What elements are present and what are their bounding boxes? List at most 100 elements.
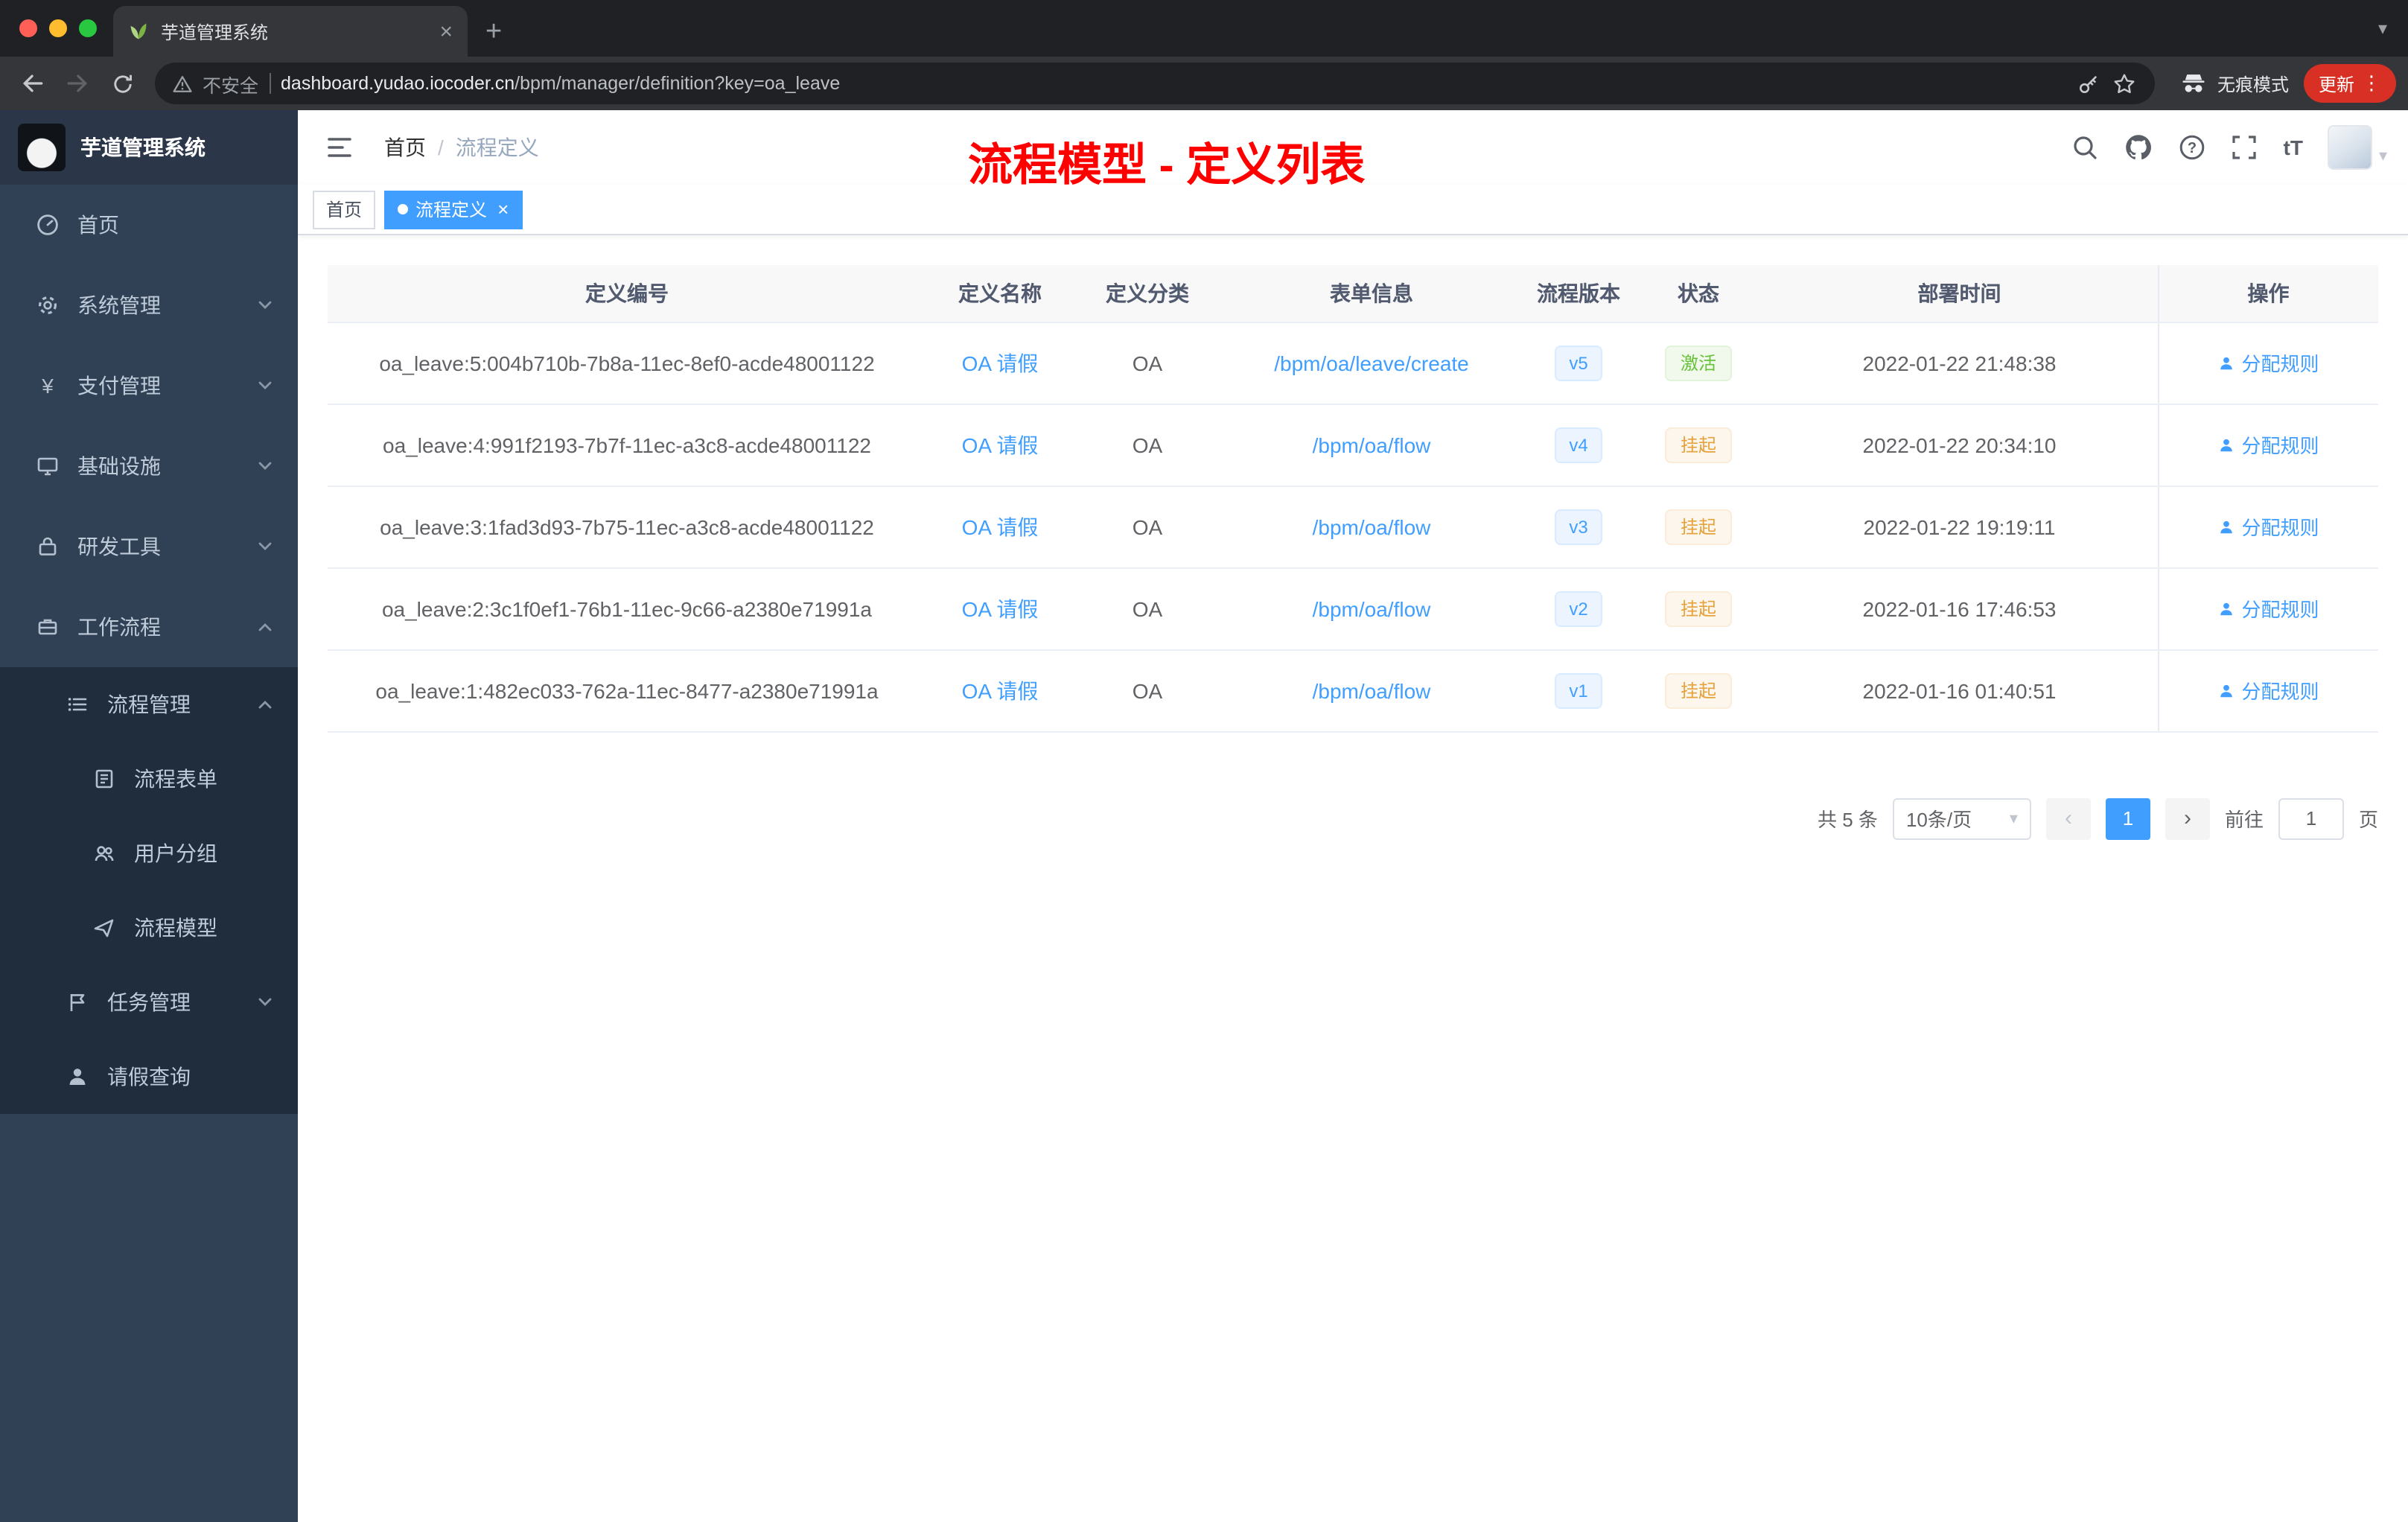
- forward-icon: [67, 74, 88, 92]
- table-row: oa_leave:1:482ec033-762a-11ec-8477-a2380…: [328, 649, 2378, 732]
- definition-name-link[interactable]: OA 请假: [962, 678, 1039, 702]
- page-annotation: 流程模型 - 定义列表: [968, 141, 1366, 191]
- window-minimize-button[interactable]: [49, 19, 67, 37]
- logo-avatar: [18, 124, 66, 171]
- sidebar-item-workflow[interactable]: 工作流程: [0, 587, 298, 667]
- browser-tab[interactable]: 芋道管理系统 ×: [113, 6, 468, 57]
- table-header-row: 定义编号 定义名称 定义分类 表单信息 流程版本 状态 部署时间 操作: [328, 265, 2378, 322]
- cell-deploy-time: 2022-01-22 21:48:38: [1762, 322, 2158, 404]
- paper-plane-icon: [94, 919, 114, 937]
- assign-rule-link[interactable]: 分配规则: [2217, 594, 2319, 623]
- breadcrumb-home[interactable]: 首页: [384, 133, 426, 162]
- password-key-button[interactable]: [2076, 71, 2101, 96]
- bookmark-star-button[interactable]: [2112, 71, 2137, 96]
- tag-home[interactable]: 首页: [313, 190, 376, 229]
- tab-search-caret-icon[interactable]: ▾: [2378, 18, 2387, 39]
- assign-rule-link[interactable]: 分配规则: [2217, 430, 2319, 459]
- page-size-select[interactable]: 10条/页 ▾: [1892, 797, 2031, 839]
- forward-button[interactable]: [57, 63, 98, 104]
- avatar[interactable]: [2328, 125, 2373, 170]
- cell-category: OA: [1074, 404, 1221, 486]
- column-header: 操作: [2157, 265, 2378, 322]
- sidebar-item-dev-tools[interactable]: 研发工具: [0, 506, 298, 587]
- form-link[interactable]: /bpm/oa/flow: [1313, 678, 1431, 702]
- goto-page-input[interactable]: [2278, 797, 2344, 839]
- cell-definition-id: oa_leave:1:482ec033-762a-11ec-8477-a2380…: [328, 649, 926, 732]
- app-logo[interactable]: 芋道管理系统: [0, 110, 298, 185]
- person-icon: [2220, 602, 2233, 615]
- help-button[interactable]: ?: [2179, 134, 2206, 161]
- definition-name-link[interactable]: OA 请假: [962, 351, 1039, 375]
- lock-icon: [39, 537, 57, 555]
- pagination-total: 共 5 条: [1818, 809, 1878, 831]
- sidebar-item-system[interactable]: 系统管理: [0, 265, 298, 346]
- font-size-button[interactable]: tT: [2284, 136, 2303, 159]
- window-close-button[interactable]: [19, 19, 37, 37]
- form-link[interactable]: /bpm/oa/flow: [1313, 596, 1431, 620]
- sidebar-item-process-form[interactable]: 流程表单: [0, 742, 298, 816]
- sidebar-item-process-management[interactable]: 流程管理: [0, 667, 298, 742]
- breadcrumb: 首页 / 流程定义: [384, 133, 539, 162]
- sidebar-item-user-group[interactable]: 用户分组: [0, 816, 298, 891]
- sidebar-item-payment[interactable]: ¥ 支付管理: [0, 346, 298, 426]
- cell-deploy-time: 2022-01-22 19:19:11: [1762, 485, 2158, 568]
- refresh-button[interactable]: [101, 63, 143, 104]
- form-link[interactable]: /bpm/oa/flow: [1313, 515, 1431, 538]
- sidebar-item-infrastructure[interactable]: 基础设施: [0, 426, 298, 506]
- sidebar-item-leave-query[interactable]: 请假查询: [0, 1039, 298, 1114]
- incognito-icon: [2182, 74, 2205, 92]
- person-icon: [2220, 684, 2233, 697]
- workflow-submenu: 流程管理 流程表单 用户分组 流程模型 任务管理 请假查询: [0, 667, 298, 1114]
- user-menu[interactable]: ▾: [2328, 125, 2387, 170]
- form-link[interactable]: /bpm/oa/leave/create: [1274, 351, 1469, 375]
- status-badge: 激活: [1665, 345, 1731, 380]
- app-header: 首页 / 流程定义 流程模型 - 定义列表 ? tT ▾: [298, 110, 2408, 191]
- cell-definition-id: oa_leave:5:004b710b-7b8a-11ec-8ef0-acde4…: [328, 322, 926, 404]
- incognito-badge: 无痕模式: [2179, 69, 2289, 98]
- definition-name-link[interactable]: OA 请假: [962, 433, 1039, 456]
- cell-category: OA: [1074, 485, 1221, 568]
- prev-page-button[interactable]: ‹: [2045, 797, 2091, 839]
- github-icon: [2126, 135, 2152, 160]
- definition-name-link[interactable]: OA 请假: [962, 596, 1039, 620]
- sidebar-item-label: 首页: [77, 213, 119, 237]
- table-row: oa_leave:4:991f2193-7b7f-11ec-a3c8-acde4…: [328, 404, 2378, 486]
- sidebar-item-process-model[interactable]: 流程模型: [0, 891, 298, 965]
- next-page-button[interactable]: ›: [2165, 797, 2210, 839]
- assign-rule-link[interactable]: 分配规则: [2217, 512, 2319, 541]
- tab-close-icon[interactable]: ×: [439, 20, 453, 42]
- browser-menu-icon[interactable]: ⋮: [2362, 71, 2381, 95]
- status-badge: 挂起: [1665, 509, 1731, 544]
- tag-process-definition[interactable]: 流程定义 ×: [384, 190, 523, 229]
- address-bar[interactable]: 不安全 dashboard.yudao.iocoder.cn/bpm/manag…: [155, 63, 2155, 104]
- back-button[interactable]: [12, 63, 54, 104]
- column-header: 部署时间: [1762, 265, 2158, 322]
- definition-name-link[interactable]: OA 请假: [962, 515, 1039, 538]
- fullscreen-icon: [2232, 136, 2257, 159]
- search-button[interactable]: [2072, 134, 2099, 161]
- select-caret-icon: ▾: [2009, 810, 2018, 828]
- security-label[interactable]: 不安全: [203, 69, 258, 98]
- person-icon: [69, 1069, 86, 1085]
- form-link[interactable]: /bpm/oa/flow: [1313, 433, 1431, 456]
- column-header: 状态: [1635, 265, 1762, 322]
- cell-deploy-time: 2022-01-16 01:40:51: [1762, 649, 2158, 732]
- update-label: 更新: [2318, 74, 2354, 95]
- url-text[interactable]: dashboard.yudao.iocoder.cn/bpm/manager/d…: [281, 73, 840, 94]
- url-host: dashboard.yudao.iocoder.cn: [281, 73, 515, 94]
- fullscreen-button[interactable]: [2232, 134, 2258, 161]
- github-button[interactable]: [2124, 133, 2154, 162]
- sidebar-item-home[interactable]: 首页: [0, 185, 298, 265]
- tag-close-icon[interactable]: ×: [497, 200, 509, 219]
- sidebar-item-task-management[interactable]: 任务管理: [0, 965, 298, 1039]
- chrome-update-button[interactable]: 更新 ⋮: [2303, 64, 2396, 103]
- avatar-caret-icon: ▾: [2378, 147, 2387, 165]
- sidebar-item-label: 任务管理: [107, 990, 191, 1014]
- assign-rule-link[interactable]: 分配规则: [2217, 348, 2319, 377]
- window-zoom-button[interactable]: [79, 19, 97, 37]
- version-tag: v3: [1554, 509, 1603, 544]
- sidebar-toggle-button[interactable]: [316, 124, 363, 171]
- assign-rule-link[interactable]: 分配规则: [2217, 676, 2319, 704]
- page-number-current[interactable]: 1: [2105, 797, 2150, 839]
- new-tab-button[interactable]: +: [485, 18, 502, 46]
